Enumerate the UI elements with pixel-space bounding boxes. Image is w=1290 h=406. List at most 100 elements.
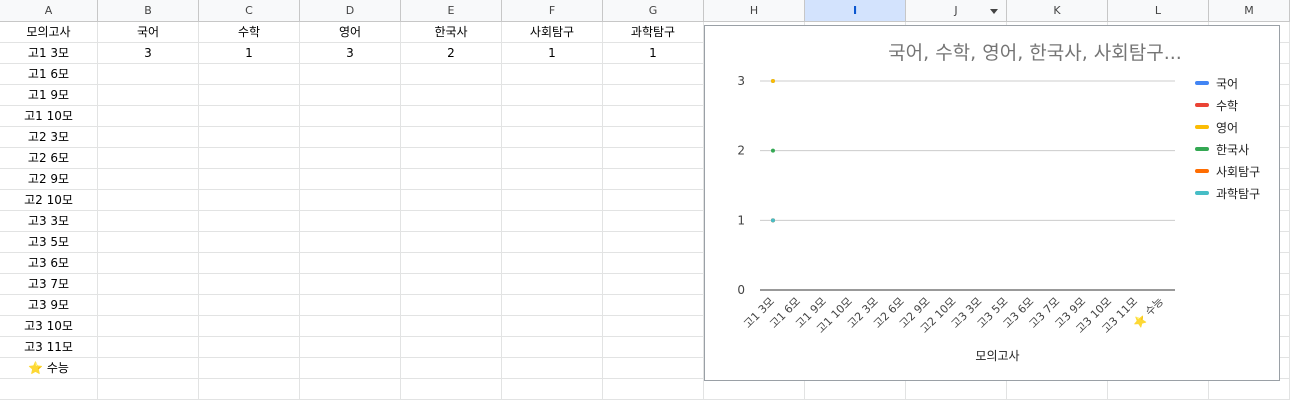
- header-cell[interactable]: 국어: [98, 22, 199, 43]
- row-label-cell[interactable]: 고3 9모: [0, 295, 98, 316]
- data-cell[interactable]: [502, 337, 603, 358]
- row-label-cell[interactable]: 고1 9모: [0, 85, 98, 106]
- data-cell[interactable]: [199, 211, 300, 232]
- data-cell[interactable]: [98, 211, 199, 232]
- data-cell[interactable]: [300, 337, 401, 358]
- chevron-down-icon[interactable]: [990, 9, 998, 14]
- row-label-cell[interactable]: 고1 10모: [0, 106, 98, 127]
- data-cell[interactable]: [401, 232, 502, 253]
- data-cell[interactable]: [300, 148, 401, 169]
- data-cell[interactable]: [300, 211, 401, 232]
- data-cell[interactable]: [98, 274, 199, 295]
- data-cell[interactable]: 3: [300, 43, 401, 64]
- row-label-cell[interactable]: 고3 10모: [0, 316, 98, 337]
- header-cell[interactable]: 영어: [300, 22, 401, 43]
- data-cell[interactable]: [98, 358, 199, 379]
- line-chart[interactable]: 국어, 수학, 영어, 한국사, 사회탐구... 0 1 2 3 고1 3모 고1 6모 고1…: [704, 25, 1280, 381]
- data-cell[interactable]: [300, 85, 401, 106]
- data-cell[interactable]: [906, 379, 1007, 400]
- data-cell[interactable]: [502, 106, 603, 127]
- data-cell[interactable]: [401, 358, 502, 379]
- data-cell[interactable]: [199, 190, 300, 211]
- row-label-cell[interactable]: 고2 6모: [0, 148, 98, 169]
- legend-item[interactable]: 과학탐구: [1195, 182, 1260, 204]
- data-cell[interactable]: [98, 337, 199, 358]
- legend-item[interactable]: 한국사: [1195, 138, 1260, 160]
- data-cell[interactable]: [98, 148, 199, 169]
- data-cell[interactable]: [98, 253, 199, 274]
- data-cell[interactable]: [401, 85, 502, 106]
- row-label-cell[interactable]: [0, 379, 98, 400]
- data-cell[interactable]: [1108, 379, 1209, 400]
- data-cell[interactable]: [300, 64, 401, 85]
- data-cell[interactable]: [199, 106, 300, 127]
- data-cell[interactable]: [199, 379, 300, 400]
- legend-item[interactable]: 영어: [1195, 116, 1260, 138]
- data-cell[interactable]: [502, 64, 603, 85]
- data-cell[interactable]: [401, 190, 502, 211]
- data-cell[interactable]: [300, 274, 401, 295]
- data-cell[interactable]: [603, 337, 704, 358]
- data-cell[interactable]: [300, 295, 401, 316]
- data-cell[interactable]: 1: [199, 43, 300, 64]
- data-cell[interactable]: [98, 169, 199, 190]
- column-header-m[interactable]: M: [1209, 0, 1290, 22]
- data-cell[interactable]: [300, 169, 401, 190]
- data-cell[interactable]: [603, 148, 704, 169]
- data-cell[interactable]: [502, 85, 603, 106]
- data-cell[interactable]: [98, 106, 199, 127]
- data-cell[interactable]: [401, 295, 502, 316]
- data-cell[interactable]: [603, 253, 704, 274]
- column-header-k[interactable]: K: [1007, 0, 1108, 22]
- data-cell[interactable]: [300, 316, 401, 337]
- data-cell[interactable]: [98, 85, 199, 106]
- data-cell[interactable]: [401, 64, 502, 85]
- data-cell[interactable]: 3: [98, 43, 199, 64]
- data-cell[interactable]: [603, 274, 704, 295]
- data-cell[interactable]: [401, 379, 502, 400]
- data-cell[interactable]: [98, 316, 199, 337]
- data-cell[interactable]: [199, 127, 300, 148]
- data-cell[interactable]: [300, 253, 401, 274]
- row-label-cell[interactable]: 고2 9모: [0, 169, 98, 190]
- column-header-e[interactable]: E: [401, 0, 502, 22]
- data-cell[interactable]: [502, 211, 603, 232]
- legend-item[interactable]: 수학: [1195, 94, 1260, 116]
- data-cell[interactable]: [300, 379, 401, 400]
- data-cell[interactable]: [199, 64, 300, 85]
- data-cell[interactable]: 1: [502, 43, 603, 64]
- data-cell[interactable]: [300, 106, 401, 127]
- data-cell[interactable]: [502, 295, 603, 316]
- header-cell[interactable]: 과학탐구: [603, 22, 704, 43]
- column-header-i[interactable]: I: [805, 0, 906, 22]
- data-cell[interactable]: [603, 64, 704, 85]
- column-header-d[interactable]: D: [300, 0, 401, 22]
- data-cell[interactable]: [401, 316, 502, 337]
- data-cell[interactable]: [401, 106, 502, 127]
- data-cell[interactable]: 2: [401, 43, 502, 64]
- data-cell[interactable]: [401, 211, 502, 232]
- column-header-j[interactable]: J: [906, 0, 1007, 22]
- column-header-a[interactable]: A: [0, 0, 98, 22]
- data-cell[interactable]: [300, 127, 401, 148]
- data-cell[interactable]: [98, 295, 199, 316]
- header-cell[interactable]: 사회탐구: [502, 22, 603, 43]
- data-cell[interactable]: [603, 127, 704, 148]
- data-cell[interactable]: [502, 148, 603, 169]
- data-cell[interactable]: [199, 232, 300, 253]
- data-cell[interactable]: [502, 358, 603, 379]
- data-cell[interactable]: [603, 169, 704, 190]
- data-cell[interactable]: [401, 127, 502, 148]
- row-label-cell[interactable]: 고3 11모: [0, 337, 98, 358]
- data-cell[interactable]: [98, 127, 199, 148]
- column-header-f[interactable]: F: [502, 0, 603, 22]
- data-cell[interactable]: [98, 64, 199, 85]
- data-cell[interactable]: [502, 316, 603, 337]
- data-cell[interactable]: [704, 379, 805, 400]
- row-label-cell[interactable]: 고2 10모: [0, 190, 98, 211]
- column-header-l[interactable]: L: [1108, 0, 1209, 22]
- data-cell[interactable]: [603, 295, 704, 316]
- row-label-cell[interactable]: 고3 5모: [0, 232, 98, 253]
- data-cell[interactable]: [401, 148, 502, 169]
- data-cell[interactable]: [603, 316, 704, 337]
